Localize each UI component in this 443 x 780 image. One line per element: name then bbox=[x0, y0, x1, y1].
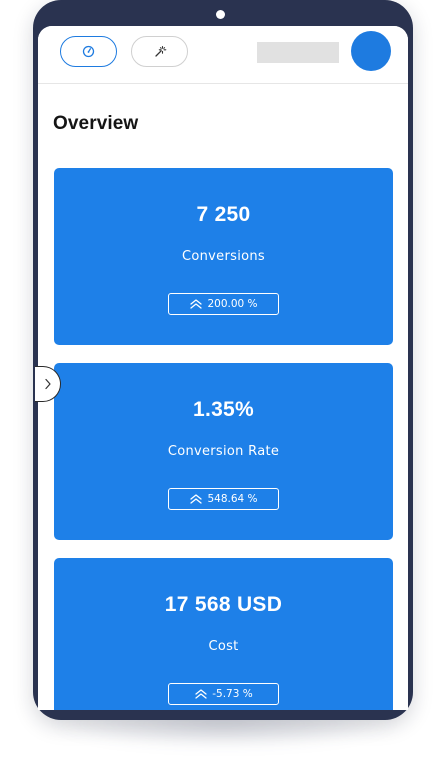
loading-placeholder bbox=[257, 42, 339, 63]
metric-card-cost: 17 568 USD Cost -5.73 % bbox=[54, 558, 393, 710]
chevrons-up-icon bbox=[189, 494, 203, 504]
app-screen: Overview 7 250 Conversions 200.00 % 1.35… bbox=[38, 26, 408, 710]
metric-value: 1.35% bbox=[192, 398, 255, 421]
metric-label: Conversion Rate bbox=[167, 444, 280, 459]
change-badge: -5.73 % bbox=[168, 683, 279, 705]
change-value: 548.64 % bbox=[207, 493, 258, 505]
change-value: -5.73 % bbox=[212, 688, 253, 700]
change-badge: 200.00 % bbox=[168, 293, 279, 315]
metric-value: 17 568 USD bbox=[164, 593, 283, 616]
top-bar bbox=[38, 26, 408, 84]
tablet-frame: Overview 7 250 Conversions 200.00 % 1.35… bbox=[33, 0, 413, 720]
metric-card-conversion-rate: 1.35% Conversion Rate 548.64 % bbox=[54, 363, 393, 540]
tab-dashboard[interactable] bbox=[60, 36, 117, 67]
metric-label: Cost bbox=[208, 639, 239, 654]
stage: Overview 7 250 Conversions 200.00 % 1.35… bbox=[0, 0, 443, 780]
chevron-right-icon bbox=[44, 378, 52, 390]
page-title: Overview bbox=[53, 113, 139, 134]
gauge-icon bbox=[82, 45, 95, 58]
avatar[interactable] bbox=[351, 31, 391, 71]
metric-label: Conversions bbox=[182, 249, 265, 264]
tab-magic[interactable] bbox=[131, 36, 188, 67]
chevrons-up-icon bbox=[194, 689, 208, 699]
camera-dot bbox=[216, 10, 225, 19]
chevrons-up-icon bbox=[189, 299, 203, 309]
change-value: 200.00 % bbox=[207, 298, 258, 310]
metric-value: 7 250 bbox=[196, 203, 251, 226]
magic-wand-icon bbox=[153, 45, 167, 59]
change-badge: 548.64 % bbox=[168, 488, 279, 510]
metric-card-conversions: 7 250 Conversions 200.00 % bbox=[54, 168, 393, 345]
